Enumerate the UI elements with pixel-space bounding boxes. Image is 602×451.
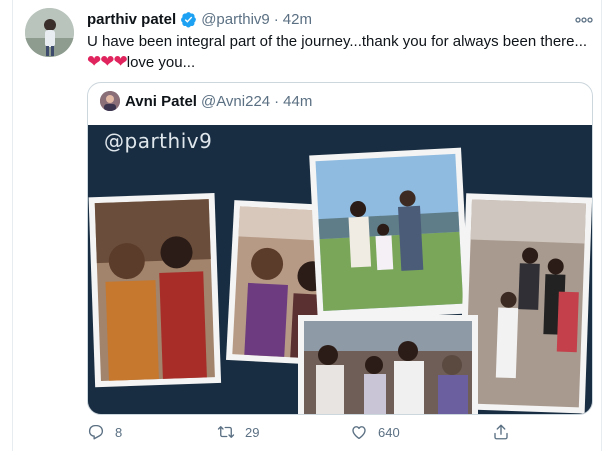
retweet-icon	[217, 426, 235, 438]
like-icon	[352, 426, 366, 440]
author-name[interactable]: parthiv patel	[87, 11, 176, 28]
author-avatar[interactable]	[25, 8, 74, 57]
retweet-count: 29	[245, 424, 260, 440]
photo-collage	[88, 125, 592, 414]
quoted-tweet-timestamp: 44m	[283, 92, 313, 110]
share-icon	[494, 424, 508, 440]
author-handle[interactable]: @parthiv9	[201, 11, 270, 28]
reply-count: 8	[115, 424, 123, 440]
tweet-card[interactable]: parthiv patel @parthiv9 · 42m U have bee…	[12, 0, 602, 451]
tweet-text: U have been integral part of the journey…	[87, 32, 597, 73]
quoted-tweet[interactable]: Avni Patel @Avni224 · 44m @parthiv9	[87, 82, 593, 415]
collage-photo-1	[88, 192, 222, 388]
separator-dot: ·	[273, 10, 279, 28]
like-count: 640	[378, 424, 400, 440]
tweet-header: parthiv patel @parthiv9 · 42m	[87, 8, 593, 30]
quoted-author-handle: @Avni224	[200, 92, 271, 110]
tweet-text-end: love you...	[126, 54, 196, 71]
quoted-tweet-image[interactable]: @parthiv9	[88, 125, 592, 414]
share-button[interactable]	[492, 420, 520, 444]
quoted-author-name: Avni Patel	[125, 92, 197, 110]
reply-icon	[88, 424, 104, 440]
quoted-author-avatar	[100, 91, 120, 111]
tweet-timestamp[interactable]: 42m	[283, 11, 312, 28]
heart-emoji: ❤❤❤	[87, 52, 128, 71]
collage-photo-5	[298, 315, 478, 414]
quoted-tweet-header: Avni Patel @Avni224 · 44m	[88, 83, 592, 119]
tweet-text-line: U have been integral part of the journey…	[87, 33, 588, 50]
reply-button[interactable]: 8	[87, 420, 122, 444]
verified-badge-icon	[180, 11, 197, 28]
separator-dot: ·	[274, 92, 280, 110]
avatar-image	[25, 8, 74, 57]
tweet-action-bar: 8 29 640	[87, 420, 527, 444]
tweet-text-line: ❤❤❤love you...	[87, 52, 597, 73]
image-watermark-handle: @parthiv9	[104, 129, 213, 153]
more-options-icon[interactable]	[575, 12, 593, 23]
like-button[interactable]: 640	[350, 420, 400, 444]
retweet-button[interactable]: 29	[217, 420, 259, 444]
collage-photo-3	[309, 147, 470, 322]
collage-photo-4	[458, 193, 592, 414]
